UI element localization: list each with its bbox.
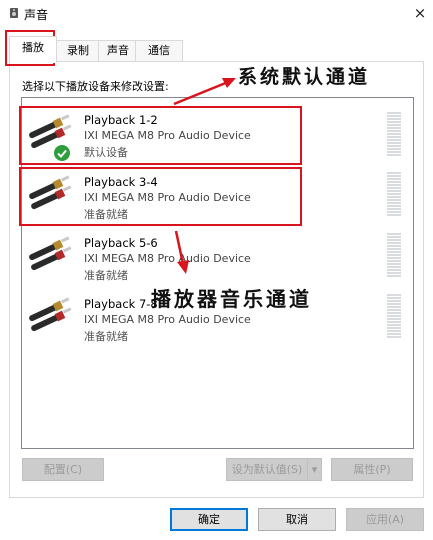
- volume-meter: [387, 172, 401, 216]
- device-highlight-box: [19, 106, 302, 165]
- device-description: IXI MEGA M8 Pro Audio Device: [84, 252, 251, 265]
- tab-sounds[interactable]: 声音: [98, 40, 138, 61]
- volume-meter: [387, 233, 401, 277]
- volume-meter: [387, 112, 401, 156]
- audio-jack-icon: [29, 236, 72, 271]
- device-status: 准备就绪: [84, 269, 128, 282]
- annotation-music-channel: 播放器音乐通道: [151, 287, 312, 311]
- device-name: Playback 5-6: [84, 236, 158, 250]
- configure-button[interactable]: 配置(C): [22, 458, 104, 481]
- annotation-arrow: [173, 78, 236, 106]
- set-default-dropdown[interactable]: ▾: [307, 458, 322, 481]
- window-title: 声音: [24, 8, 49, 22]
- instruction-text: 选择以下播放设备来修改设置:: [22, 80, 169, 93]
- annotation-arrow: [174, 230, 189, 274]
- set-default-button[interactable]: 设为默认值(S): [226, 458, 308, 481]
- device-status: 准备就绪: [84, 330, 128, 343]
- device-highlight-box: [19, 167, 302, 226]
- close-button[interactable]: ×: [409, 2, 431, 24]
- device-description: IXI MEGA M8 Pro Audio Device: [84, 313, 251, 326]
- annotation-system-channel: 系统默认通道: [238, 66, 371, 88]
- audio-jack-icon: [29, 297, 72, 332]
- tab-recording[interactable]: 录制: [55, 40, 101, 61]
- device-name: Playback 7-8: [84, 297, 158, 311]
- title-bar: [0, 0, 433, 28]
- tab-playback[interactable]: 播放: [9, 36, 57, 63]
- ok-button[interactable]: 确定: [170, 508, 248, 531]
- tab-communications[interactable]: 通信: [135, 40, 183, 61]
- cancel-button[interactable]: 取消: [258, 508, 336, 531]
- properties-button[interactable]: 属性(P): [331, 458, 413, 481]
- volume-meter: [387, 294, 401, 338]
- speaker-icon: [10, 8, 18, 18]
- apply-button[interactable]: 应用(A): [346, 508, 424, 531]
